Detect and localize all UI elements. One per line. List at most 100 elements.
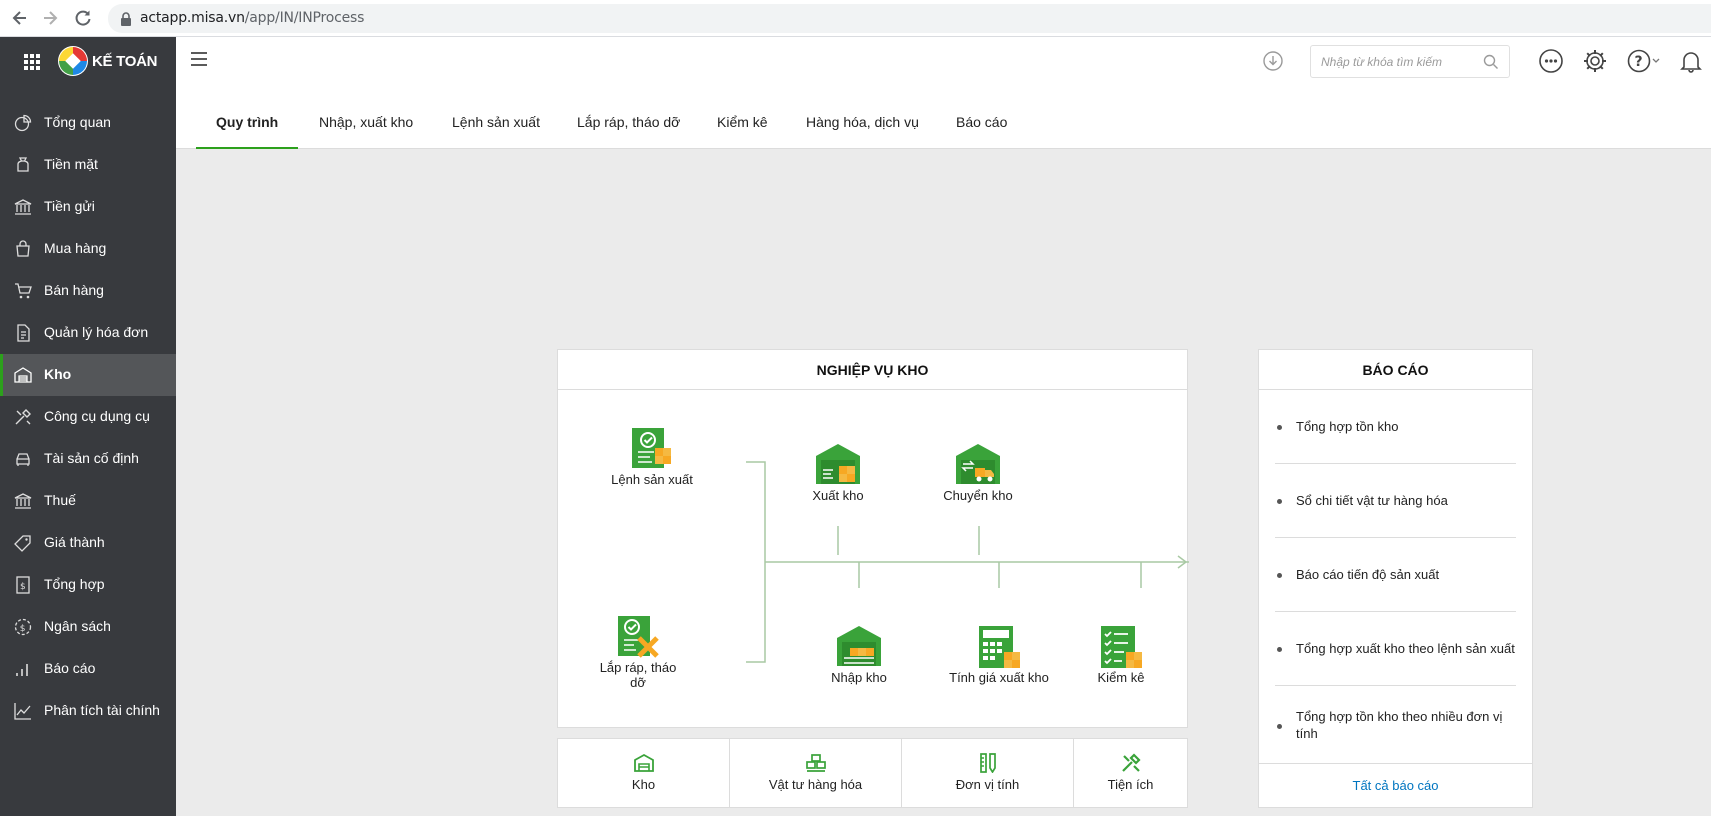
- shortcut-label: Tiện ích: [1107, 777, 1154, 792]
- sidebar-item-cong-cu-dung-cu[interactable]: Công cụ dụng cụ: [0, 396, 176, 438]
- brand-name: KẾ TOÁN: [92, 53, 158, 70]
- node-label: Tính giá xuất kho: [949, 670, 1049, 685]
- reload-icon[interactable]: [73, 8, 93, 28]
- sidebar-item-quan-ly-hoa-don[interactable]: Quản lý hóa đơn: [0, 312, 176, 354]
- report-item-label: Tổng hợp xuất kho theo lệnh sản xuất: [1296, 641, 1515, 656]
- search-icon[interactable]: [1483, 54, 1499, 70]
- process-panel-title: NGHIỆP VỤ KHO: [558, 350, 1187, 390]
- sidebar-item-label: Ngân sách: [44, 618, 111, 634]
- search-box[interactable]: [1310, 45, 1510, 78]
- browser-bar: actapp.misa.vn/app/IN/INProcess: [0, 0, 1711, 37]
- report-item[interactable]: Báo cáo tiến độ sản xuất: [1275, 538, 1516, 612]
- report-item-label: Sổ chi tiết vật tư hàng hóa: [1296, 493, 1448, 508]
- assembly-icon: [618, 616, 659, 658]
- cash-bag-icon: [14, 156, 32, 174]
- tab-nhap-xuat-kho[interactable]: Nhập, xuất kho: [319, 85, 413, 149]
- shortcut-tien-ich[interactable]: Tiện ích: [1074, 739, 1187, 807]
- tab-lenh-san-xuat[interactable]: Lệnh sản xuất: [452, 85, 540, 149]
- node-label: Kiểm kê: [1097, 670, 1145, 685]
- sidebar-item-label: Công cụ dụng cụ: [44, 408, 150, 424]
- sidebar-item-label: Tài sản cố định: [44, 450, 139, 466]
- sidebar-item-label: Quản lý hóa đơn: [44, 324, 149, 340]
- node-stock-in[interactable]: Nhập kho: [809, 624, 909, 685]
- node-label: Lệnh sản xuất: [611, 472, 693, 487]
- tab-lap-rap-thao-do[interactable]: Lắp ráp, tháo dỡ: [577, 85, 680, 149]
- sidebar-item-mua-hang[interactable]: Mua hàng: [0, 228, 176, 270]
- report-item[interactable]: Sổ chi tiết vật tư hàng hóa: [1275, 464, 1516, 538]
- help-icon[interactable]: ?: [1626, 48, 1662, 74]
- shortcut-vat-tu-hang-hoa[interactable]: Vật tư hàng hóa: [730, 739, 902, 807]
- shortcut-label: Vật tư hàng hóa: [768, 777, 863, 792]
- invoice-icon: [14, 324, 32, 342]
- sidebar-item-label: Mua hàng: [44, 240, 107, 256]
- app-grid-icon[interactable]: [24, 54, 40, 70]
- tools-icon: [14, 408, 32, 426]
- sidebar-item-label: Bán hàng: [44, 282, 104, 298]
- all-reports-link[interactable]: Tất cả báo cáo: [1259, 763, 1532, 807]
- shortcut-don-vi-tinh[interactable]: Đơn vị tính: [902, 739, 1074, 807]
- report-item[interactable]: Tổng hợp tồn kho: [1275, 390, 1516, 464]
- sidebar-item-kho[interactable]: Kho: [0, 354, 176, 396]
- report-panel: BÁO CÁO Tổng hợp tồn kho Sổ chi tiết vật…: [1258, 349, 1533, 808]
- shortcut-label: Đơn vị tính: [955, 777, 1020, 792]
- sidebar-item-tai-san-co-dinh[interactable]: Tài sản cố định: [0, 438, 176, 480]
- url-path: /app/IN/INProcess: [244, 10, 365, 26]
- more-options-icon[interactable]: [1538, 48, 1564, 74]
- report-item-label: Báo cáo tiến độ sản xuất: [1296, 567, 1440, 582]
- sidebar-item-thue[interactable]: Thuế: [0, 480, 176, 522]
- sidebar-item-ban-hang[interactable]: Bán hàng: [0, 270, 176, 312]
- bullet-icon: [1277, 724, 1282, 729]
- tab-bao-cao[interactable]: Báo cáo: [956, 85, 1007, 149]
- sidebar-item-tien-gui[interactable]: Tiền gửi: [0, 186, 176, 228]
- node-transfer[interactable]: Chuyển kho: [908, 442, 1048, 503]
- node-stock-out[interactable]: Xuất kho: [788, 442, 888, 503]
- gear-icon[interactable]: [1582, 48, 1608, 74]
- top-header: ?: [176, 37, 1711, 85]
- module-tabs: Quy trình Nhập, xuất kho Lệnh sản xuất L…: [176, 85, 1711, 150]
- warehouse-icon: [14, 366, 32, 384]
- tab-kiem-ke[interactable]: Kiểm kê: [717, 85, 768, 149]
- sidebar-item-tong-quan[interactable]: Tổng quan: [0, 102, 176, 144]
- node-label: Chuyển kho: [943, 488, 1013, 503]
- sidebar-item-ngan-sach[interactable]: $ Ngân sách: [0, 606, 176, 648]
- report-panel-title: BÁO CÁO: [1259, 350, 1532, 390]
- address-bar[interactable]: actapp.misa.vn/app/IN/INProcess: [108, 4, 1711, 33]
- shortcuts-panel: Kho Vật tư hàng hóa Đơn vị tính Tiện ích: [557, 738, 1188, 808]
- node-label: Xuất kho: [812, 488, 864, 503]
- sidebar-item-tien-mat[interactable]: Tiền mặt: [0, 144, 176, 186]
- sidebar-item-bao-cao[interactable]: Báo cáo: [0, 648, 176, 690]
- tab-hang-hoa-dich-vu[interactable]: Hàng hóa, dịch vụ: [806, 85, 919, 149]
- report-item[interactable]: Tổng hợp tồn kho theo nhiều đơn vị tính: [1275, 686, 1516, 760]
- notification-bell-icon[interactable]: [1678, 48, 1704, 74]
- content-area: NGHIỆP VỤ KHO Lệnh sản xuất Lắp ráp, thá…: [176, 149, 1711, 816]
- download-icon[interactable]: [1262, 50, 1284, 72]
- svg-text:$: $: [20, 624, 26, 634]
- summary-icon: $: [14, 576, 32, 594]
- node-cost-calculation[interactable]: Tính giá xuất kho: [929, 624, 1069, 685]
- sidebar-item-label: Thuế: [44, 492, 76, 508]
- search-input[interactable]: [1321, 53, 1471, 71]
- utility-icon: [1121, 753, 1141, 772]
- node-production-order[interactable]: Lệnh sản xuất: [602, 426, 702, 487]
- warehouse-icon: [633, 753, 654, 772]
- node-inventory-check[interactable]: Kiểm kê: [1071, 624, 1171, 685]
- forward-arrow-icon[interactable]: [40, 8, 60, 28]
- bank-icon: [14, 198, 32, 216]
- brand: KẾ TOÁN: [0, 37, 176, 87]
- shortcut-kho[interactable]: Kho: [558, 739, 730, 807]
- sidebar-item-tong-hop[interactable]: $ Tổng hợp: [0, 564, 176, 606]
- misa-logo-icon[interactable]: [57, 45, 89, 77]
- tab-quy-trinh[interactable]: Quy trình: [196, 85, 298, 150]
- bullet-icon: [1277, 425, 1282, 430]
- car-icon: [14, 450, 32, 468]
- tax-icon: [14, 492, 32, 510]
- node-assembly[interactable]: Lắp ráp, tháo dỡ: [588, 614, 688, 690]
- menu-icon[interactable]: [190, 51, 208, 67]
- sidebar-item-gia-thanh[interactable]: Giá thành: [0, 522, 176, 564]
- analytics-icon: [14, 702, 32, 720]
- sidebar-item-phan-tich-tai-chinh[interactable]: Phân tích tài chính: [0, 690, 176, 732]
- report-item[interactable]: Tổng hợp xuất kho theo lệnh sản xuất: [1275, 612, 1516, 686]
- goods-icon: [805, 754, 826, 772]
- back-arrow-icon[interactable]: [10, 8, 30, 28]
- budget-icon: $: [14, 618, 32, 636]
